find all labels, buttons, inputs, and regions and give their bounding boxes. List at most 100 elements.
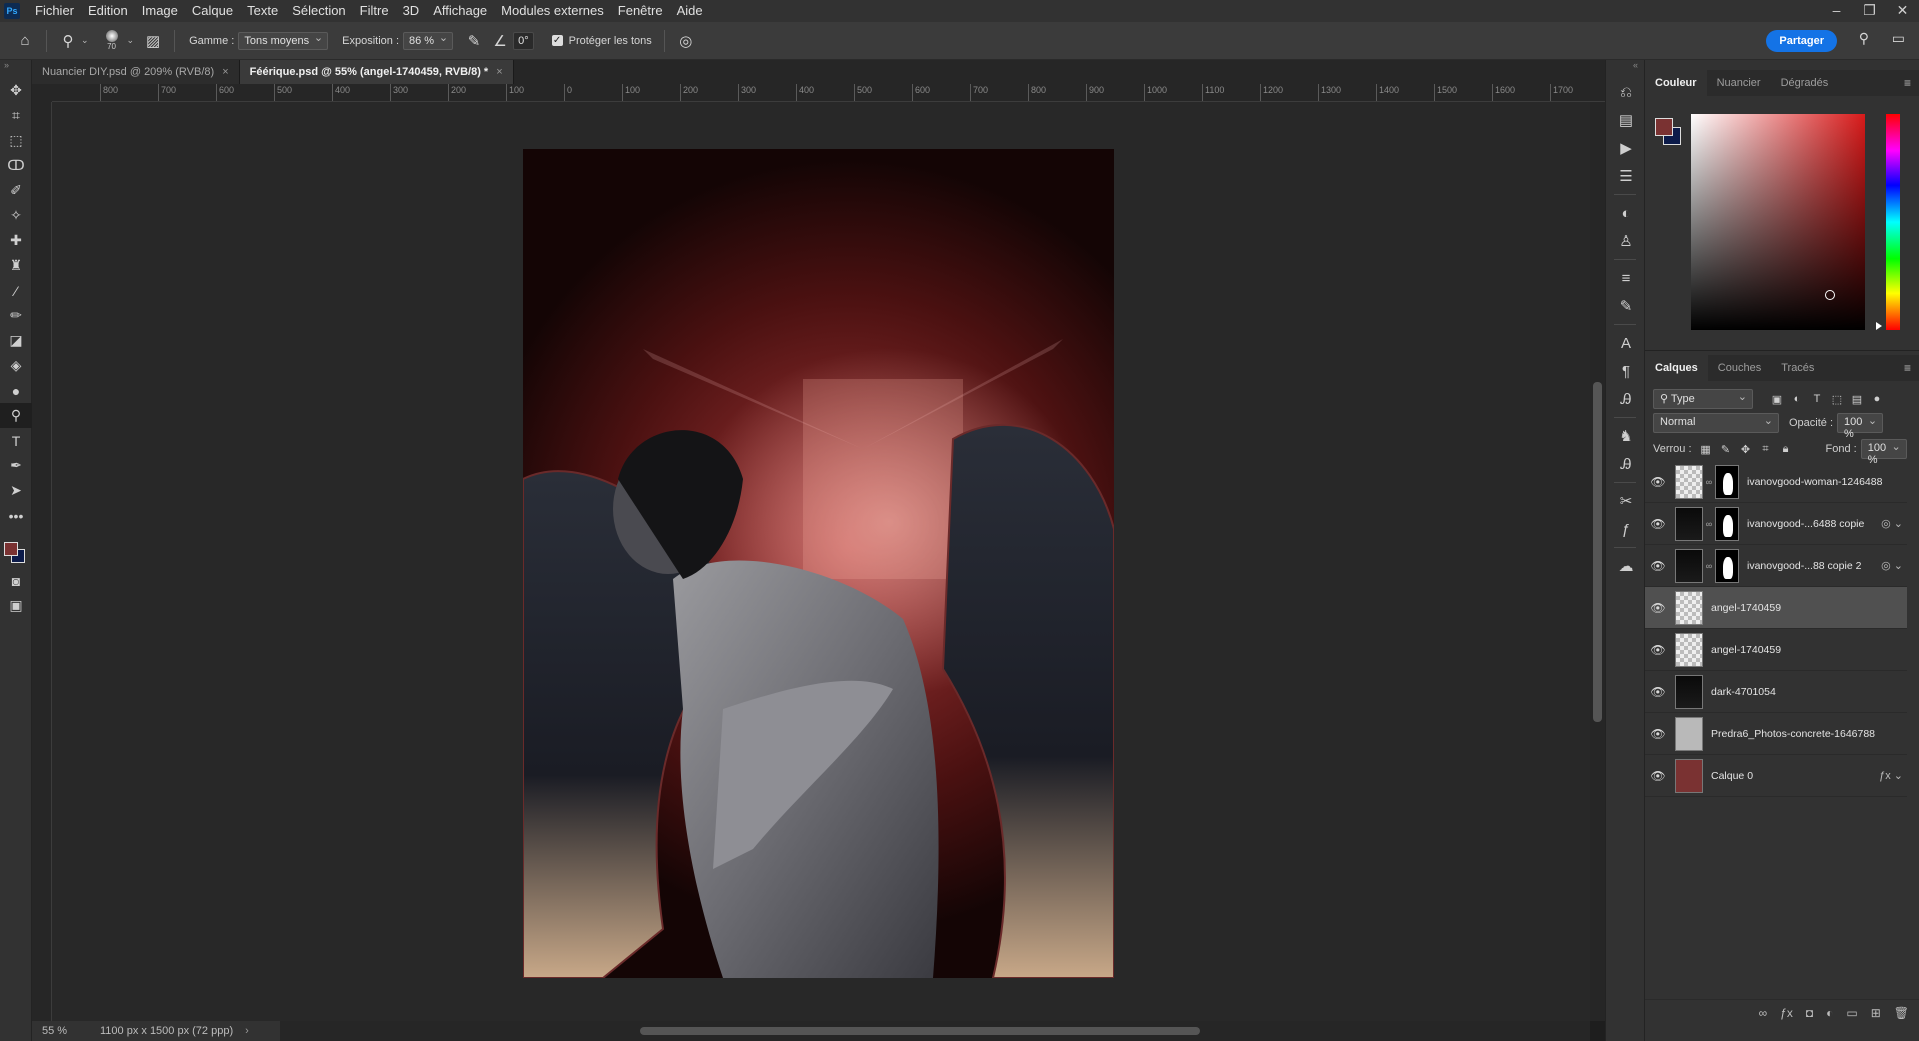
link-layers-icon[interactable]: ∞ bbox=[1759, 1006, 1768, 1020]
path-selection-tool-icon[interactable]: ➤ bbox=[0, 478, 32, 503]
quick-mask-icon[interactable]: ◙ bbox=[0, 568, 32, 593]
document-artwork[interactable] bbox=[523, 149, 1114, 978]
visibility-eye-icon[interactable]: 👁︎ bbox=[1645, 769, 1671, 783]
lock-position-icon[interactable]: ✥ bbox=[1736, 443, 1756, 456]
magic-wand-tool-icon[interactable]: ✧ bbox=[0, 203, 32, 228]
layer-mask-thumbnail[interactable] bbox=[1715, 506, 1739, 541]
tab-nuancier-diy[interactable]: Nuancier DIY.psd @ 209% (RVB/8) × bbox=[32, 60, 240, 84]
menu-edition[interactable]: Edition bbox=[81, 0, 135, 22]
pen-tool-icon[interactable]: ✒ bbox=[0, 453, 32, 478]
layer-name[interactable]: angel-1740459 bbox=[1711, 644, 1781, 656]
foreground-color-swatch[interactable] bbox=[4, 542, 18, 556]
lock-transparent-icon[interactable]: ▦ bbox=[1696, 443, 1716, 456]
type-tool-icon[interactable]: T bbox=[0, 428, 32, 453]
angle-input[interactable]: 0° bbox=[513, 31, 534, 50]
color-picker-field[interactable] bbox=[1691, 114, 1865, 330]
visibility-eye-icon[interactable]: 👁︎ bbox=[1645, 601, 1671, 615]
filter-pixel-icon[interactable]: ▣ bbox=[1767, 393, 1787, 406]
menu-modules-externes[interactable]: Modules externes bbox=[494, 0, 611, 22]
layer-effects-icon[interactable]: ƒx ⌄ bbox=[1879, 769, 1903, 782]
delete-layer-icon[interactable]: 🗑︎ bbox=[1894, 1006, 1909, 1020]
menu-selection[interactable]: Sélection bbox=[285, 0, 352, 22]
actions-icon[interactable]: ▶ bbox=[1606, 134, 1646, 162]
ruler-origin[interactable] bbox=[32, 84, 52, 102]
tool-presets-icon[interactable]: ✂ bbox=[1606, 487, 1646, 515]
layer-name[interactable]: angel-1740459 bbox=[1711, 602, 1781, 614]
adjustments-icon[interactable]: ◐ bbox=[1606, 199, 1646, 227]
horizontal-ruler[interactable]: 800 700 600 500 400 300 200 100 0 100 20… bbox=[52, 84, 1605, 102]
opacity-input[interactable]: 100 % bbox=[1837, 413, 1884, 440]
layer-name[interactable]: dark-4701054 bbox=[1711, 686, 1776, 698]
menu-fichier[interactable]: Fichier bbox=[28, 0, 81, 22]
new-adjustment-layer-icon[interactable]: ◐ bbox=[1826, 1006, 1833, 1020]
layer-mask-thumbnail[interactable] bbox=[1715, 464, 1739, 499]
tab-calques[interactable]: Calques bbox=[1645, 355, 1708, 381]
screen-mode-icon[interactable]: ▣ bbox=[0, 593, 32, 618]
add-layer-style-icon[interactable]: ƒx bbox=[1780, 1006, 1793, 1020]
collapse-icon[interactable]: » bbox=[0, 60, 31, 78]
close-tab-icon[interactable]: × bbox=[496, 66, 502, 78]
healing-brush-tool-icon[interactable]: ✚ bbox=[0, 228, 32, 253]
visibility-eye-icon[interactable]: 👁︎ bbox=[1645, 643, 1671, 657]
layer-row[interactable]: 👁︎ angel-1740459 bbox=[1645, 629, 1907, 671]
brush-preset-picker[interactable]: 70 bbox=[97, 30, 127, 51]
blur-tool-icon[interactable]: ● bbox=[0, 378, 32, 403]
chevron-down-icon[interactable]: ⌄ bbox=[81, 35, 89, 46]
layer-row[interactable]: 👁︎ Predra6_Photos-concrete-1646788 bbox=[1645, 713, 1907, 755]
layer-name[interactable]: ivanovgood-woman-1246488 bbox=[1747, 476, 1882, 488]
vertical-scrollbar[interactable] bbox=[1590, 102, 1605, 1021]
new-layer-icon[interactable]: ⊞ bbox=[1871, 1006, 1881, 1020]
visibility-eye-icon[interactable]: 👁︎ bbox=[1645, 727, 1671, 741]
document-info[interactable]: 1100 px x 1500 px (72 ppp) bbox=[100, 1025, 233, 1037]
search-icon[interactable]: ⚲ bbox=[1859, 30, 1869, 47]
menu-aide[interactable]: Aide bbox=[670, 0, 710, 22]
brushes-icon[interactable]: ✎ bbox=[1606, 292, 1646, 320]
filter-smart-object-icon[interactable]: ▤ bbox=[1847, 393, 1867, 406]
layer-row[interactable]: 👁︎ ∞ ivanovgood-woman-1246488 bbox=[1645, 461, 1907, 503]
layer-name[interactable]: Calque 0 bbox=[1711, 770, 1753, 782]
lock-image-icon[interactable]: ✎ bbox=[1716, 443, 1736, 456]
menu-fenetre[interactable]: Fenêtre bbox=[611, 0, 670, 22]
new-group-icon[interactable]: ▭ bbox=[1846, 1006, 1857, 1020]
character-icon[interactable]: A bbox=[1606, 329, 1646, 357]
fill-input[interactable]: 100 % bbox=[1860, 439, 1907, 466]
protect-tones-label[interactable]: Protéger les tons bbox=[569, 35, 652, 47]
airbrush-icon[interactable]: ✎ bbox=[461, 28, 487, 54]
paint-bucket-tool-icon[interactable]: ◈ bbox=[0, 353, 32, 378]
hue-slider-marker[interactable] bbox=[1876, 322, 1882, 330]
filter-shape-icon[interactable]: ⬚ bbox=[1827, 393, 1847, 406]
scrollbar-thumb[interactable] bbox=[640, 1027, 1200, 1035]
properties-icon[interactable]: ☰ bbox=[1606, 162, 1646, 190]
visibility-eye-icon[interactable]: 👁︎ bbox=[1645, 685, 1671, 699]
dodge-tool-icon[interactable]: ⚲ bbox=[0, 403, 32, 428]
history-icon[interactable]: ⎌ bbox=[1606, 78, 1646, 106]
paragraph-icon[interactable]: ¶ bbox=[1606, 357, 1646, 385]
layer-name[interactable]: ivanovgood-...6488 copie bbox=[1747, 518, 1864, 530]
layer-mask-thumbnail[interactable] bbox=[1715, 548, 1739, 583]
tab-couches[interactable]: Couches bbox=[1708, 355, 1771, 381]
shapes-icon[interactable]: ☁ bbox=[1606, 552, 1646, 580]
visibility-eye-icon[interactable]: 👁︎ bbox=[1645, 559, 1671, 573]
libraries-icon[interactable]: ▤ bbox=[1606, 106, 1646, 134]
brush-settings-icon[interactable]: ≡ bbox=[1606, 264, 1646, 292]
close-tab-icon[interactable]: × bbox=[222, 66, 228, 78]
restore-icon[interactable]: ❐ bbox=[1853, 0, 1886, 22]
layer-row[interactable]: 👁︎ ∞ ivanovgood-...6488 copie ◎ ⌄ bbox=[1645, 503, 1907, 545]
add-mask-icon[interactable]: ◘ bbox=[1806, 1006, 1813, 1020]
blend-mode-select[interactable]: Normal bbox=[1653, 413, 1779, 433]
visibility-eye-icon[interactable]: 👁︎ bbox=[1645, 475, 1671, 489]
menu-affichage[interactable]: Affichage bbox=[426, 0, 494, 22]
layer-row[interactable]: 👁︎ Calque 0 ƒx ⌄ bbox=[1645, 755, 1907, 797]
brush-settings-icon[interactable]: ▨ bbox=[140, 28, 166, 54]
filter-type-icon[interactable]: T bbox=[1807, 393, 1827, 405]
glyphs-icon[interactable]: Ꭿ bbox=[1606, 385, 1646, 413]
menu-texte[interactable]: Texte bbox=[240, 0, 285, 22]
workspace-icon[interactable]: ▭ bbox=[1892, 30, 1905, 47]
tab-traces[interactable]: Tracés bbox=[1771, 355, 1824, 381]
filter-toggle-icon[interactable]: ● bbox=[1867, 393, 1887, 405]
hue-slider[interactable] bbox=[1886, 114, 1900, 330]
zoom-level[interactable]: 55 % bbox=[42, 1025, 92, 1037]
menu-3d[interactable]: 3D bbox=[396, 0, 427, 22]
layer-filter-select[interactable]: ⚲ Type bbox=[1653, 389, 1753, 409]
panel-menu-icon[interactable]: ≡ bbox=[1904, 361, 1911, 375]
